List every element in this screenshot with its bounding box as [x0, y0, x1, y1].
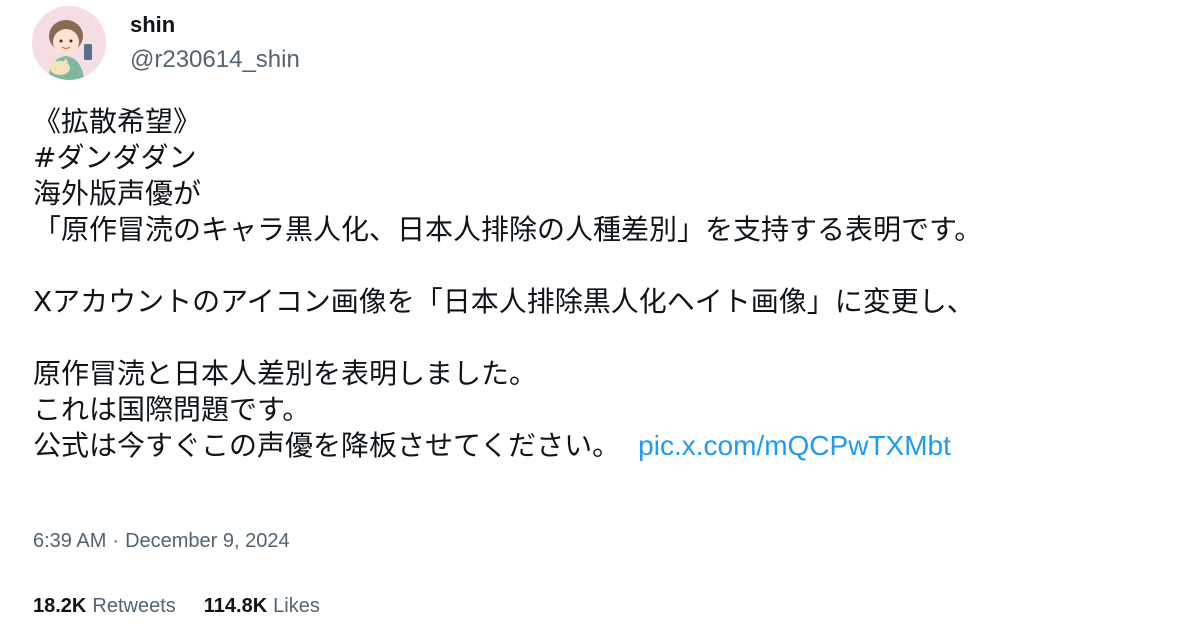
tweet-time: 6:39 AM	[33, 530, 107, 552]
tweet-line: #ダンダダン	[33, 141, 197, 174]
tweet-line: 海外版声優が	[33, 177, 202, 210]
avatar-illustration-icon	[32, 6, 106, 80]
retweets-label: Retweets	[92, 595, 176, 617]
tweet-timestamp[interactable]: 6:39 AM · December 9, 2024	[33, 530, 290, 553]
user-handle[interactable]: @r230614_shin	[130, 46, 300, 74]
tweet-date: December 9, 2024	[125, 530, 290, 552]
retweets-count: 18.2K	[33, 595, 87, 617]
tweet-line: Xアカウントのアイコン画像を「日本人排除黒人化ヘイト画像」に変更し、	[33, 285, 975, 318]
timestamp-separator: ·	[112, 530, 120, 552]
media-link[interactable]: pic.x.com/mQCPwTXMbt	[638, 430, 951, 461]
display-name[interactable]: shin	[130, 12, 175, 38]
likes-count: 114.8K	[203, 595, 268, 617]
tweet-line: これは国際問題です。	[33, 393, 311, 426]
avatar[interactable]	[32, 6, 106, 80]
tweet-line: 《拡散希望》	[33, 105, 202, 138]
tweet-line: 公式は今すぐこの声優を降板させてください。	[33, 429, 621, 462]
tweet-last-line: 公式は今すぐこの声優を降板させてください。 pic.x.com/mQCPwTXMb…	[33, 428, 1183, 464]
engagement-stats: 18.2K Retweets 114.8K Likes	[33, 595, 320, 618]
likes-label: Likes	[273, 595, 320, 617]
likes-stat[interactable]: 114.8K Likes	[204, 595, 320, 618]
tweet-line: 原作冒涜と日本人差別を表明しました。	[33, 357, 538, 390]
retweets-stat[interactable]: 18.2K Retweets	[33, 595, 176, 618]
tweet-text: 《拡散希望》 #ダンダダン 海外版声優が 「原作冒涜のキャラ黒人化、日本人排除の…	[33, 104, 1183, 464]
tweet-line: 「原作冒涜のキャラ黒人化、日本人排除の人種差別」を支持する表明です。	[33, 213, 983, 246]
